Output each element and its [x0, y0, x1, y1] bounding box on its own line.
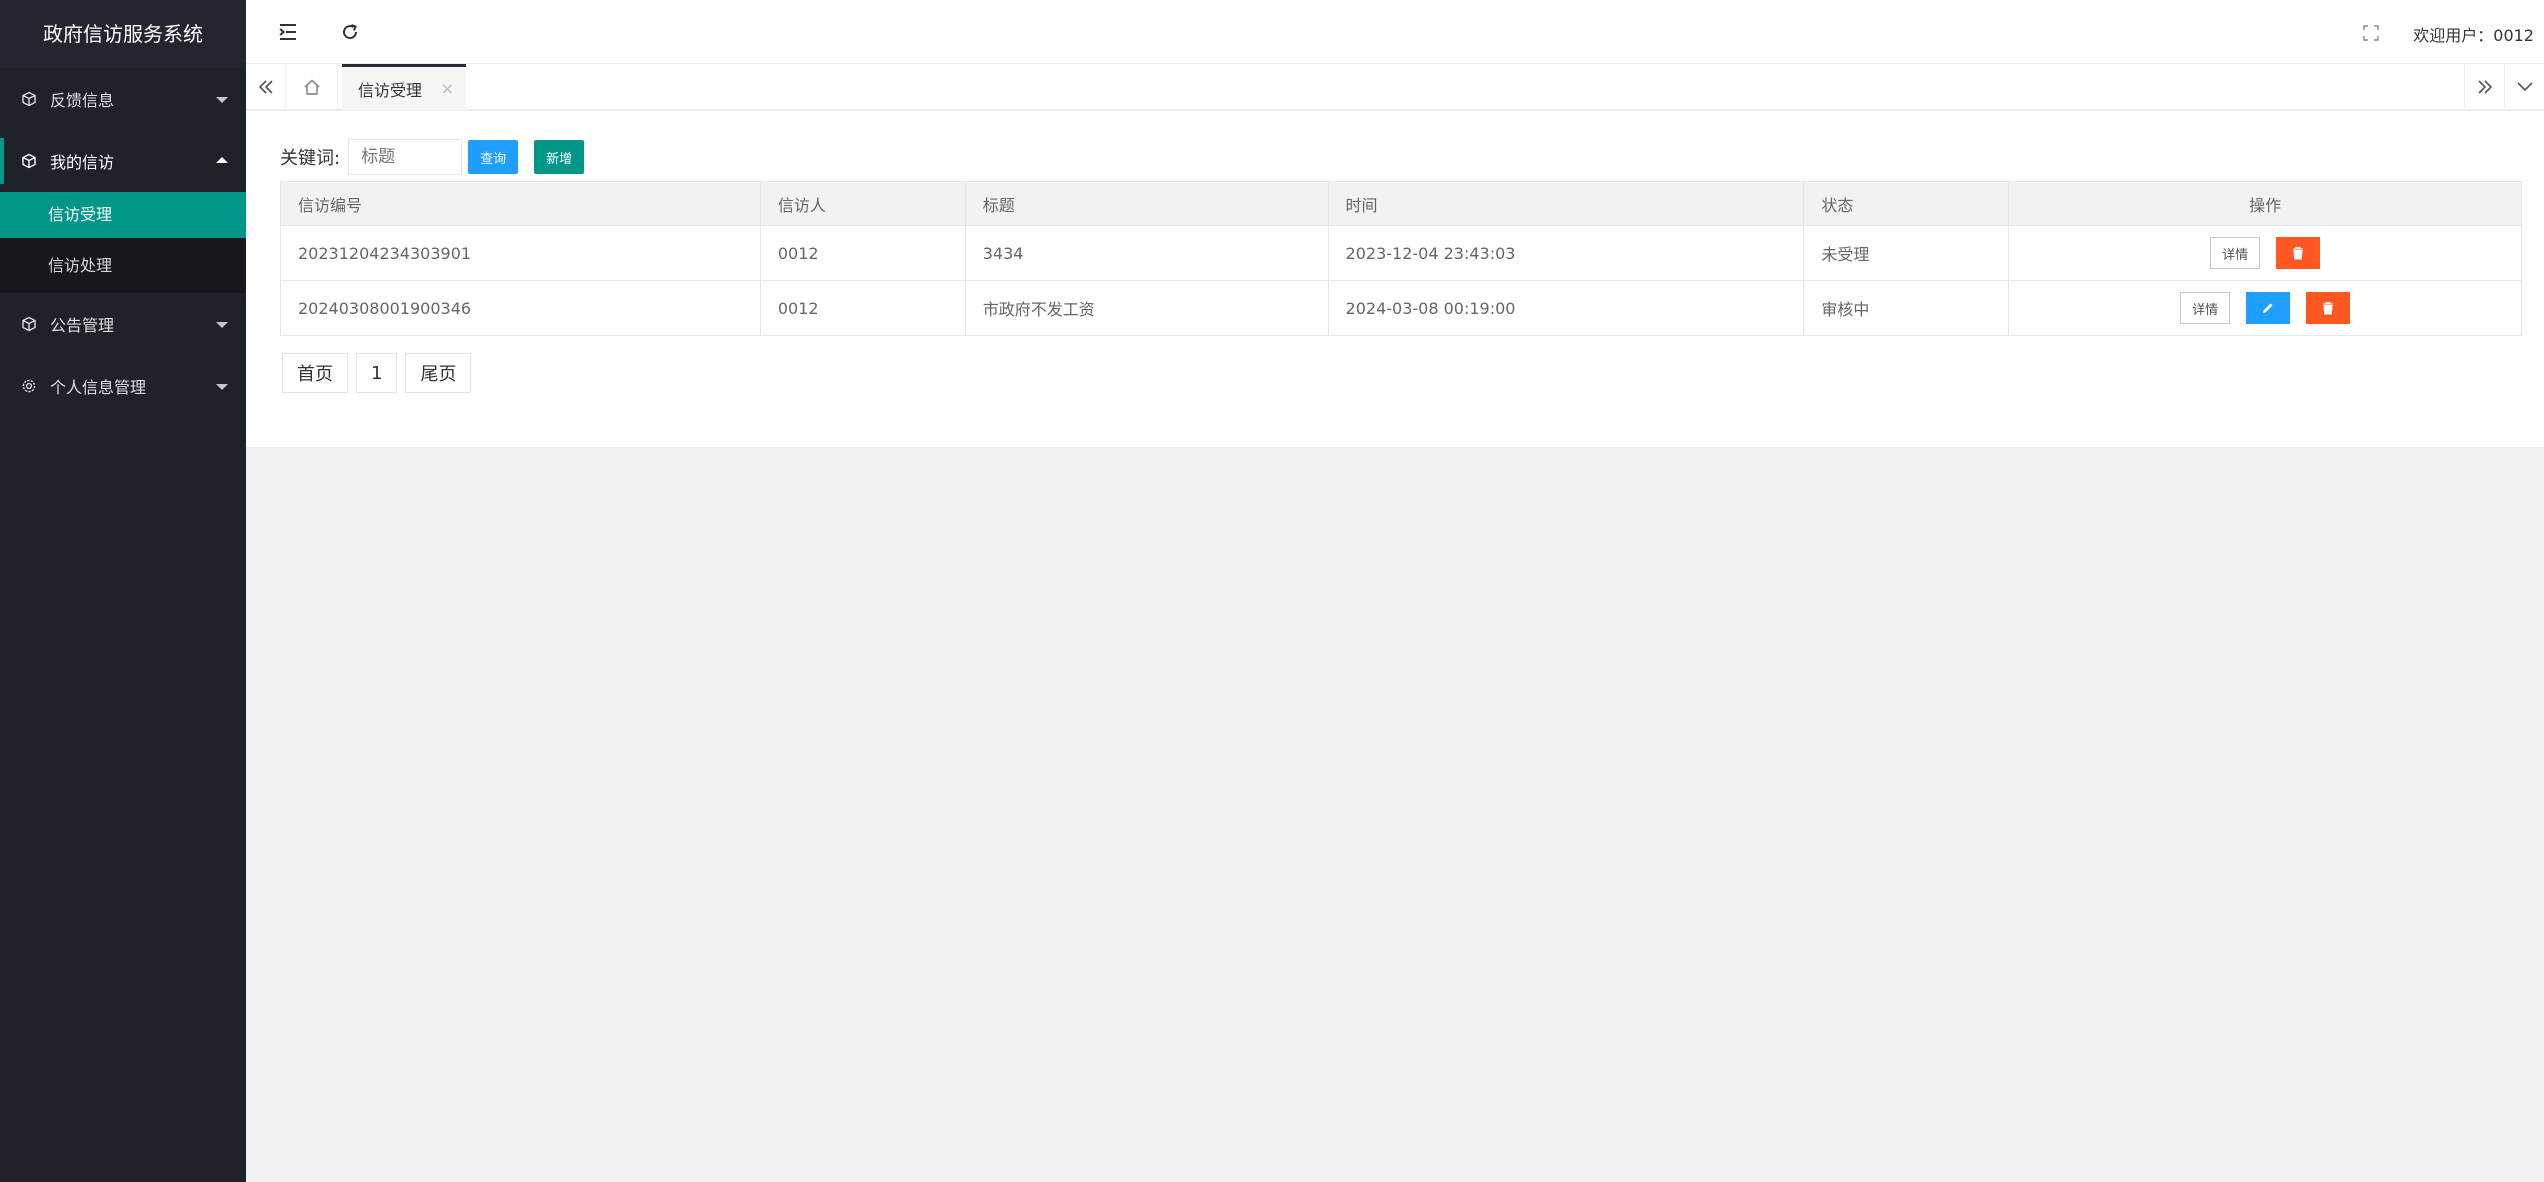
pagination: 首页 1 尾页: [282, 353, 479, 393]
cell-time: 2024-03-08 00:19:00: [1327, 280, 1805, 336]
table-row: 20240308001900346 0012 市政府不发工资 2024-03-0…: [280, 280, 2522, 336]
search-button[interactable]: 查询: [468, 140, 519, 174]
tab-petition-accept[interactable]: 信访受理 ×: [342, 64, 466, 110]
chevron-down-icon: [216, 97, 228, 103]
last-page-button[interactable]: 尾页: [405, 353, 472, 393]
table-header-row: 信访编号 信访人 标题 时间 状态 操作: [280, 181, 2522, 226]
tabs-scroll-left-icon[interactable]: [246, 64, 286, 110]
sidebar-subitem-accept[interactable]: 信访受理: [0, 192, 246, 238]
keyword-label: 关键词:: [280, 148, 341, 169]
welcome-user: 欢迎用户：0012: [2413, 26, 2534, 45]
petition-table: 信访编号 信访人 标题 时间 状态 操作 20231204234303901 0…: [280, 181, 2522, 336]
column-header-actions: 操作: [2008, 181, 2522, 226]
add-button[interactable]: 新增: [534, 140, 585, 174]
cell-id: 20240308001900346: [280, 280, 761, 336]
home-icon[interactable]: [286, 64, 338, 110]
fullscreen-icon[interactable]: [2362, 24, 2380, 42]
column-header-title: 标题: [964, 181, 1329, 226]
column-header-status: 状态: [1803, 181, 2010, 226]
cell-status: 审核中: [1803, 280, 2010, 336]
cell-person: 0012: [759, 225, 966, 281]
sidebar-item-my-petitions[interactable]: 我的信访: [0, 130, 246, 192]
sidebar-subitem-process[interactable]: 信访处理: [0, 238, 246, 293]
menu-toggle-icon[interactable]: [276, 20, 300, 44]
page-number-button[interactable]: 1: [356, 353, 398, 393]
sidebar-item-personal-info[interactable]: 个人信息管理: [0, 355, 246, 417]
cube-icon: [20, 152, 38, 170]
cube-icon: [20, 315, 38, 333]
search-toolbar: 关键词: 查询 新增: [280, 139, 585, 175]
cell-actions: 详情: [2008, 225, 2522, 281]
close-icon[interactable]: ×: [441, 79, 454, 98]
sidebar-item-label: 公告管理: [50, 316, 115, 335]
trash-icon: [2293, 247, 2304, 260]
cell-status: 未受理: [1803, 225, 2010, 281]
cell-person: 0012: [759, 280, 966, 336]
app-title: 政府信访服务系统: [0, 0, 246, 68]
detail-button[interactable]: 详情: [2210, 237, 2261, 269]
chevron-down-icon: [216, 322, 228, 328]
sidebar: 政府信访服务系统 反馈信息 我的信访 信访受理 信访处理 公告管理 个人信息管理: [0, 0, 246, 1182]
tabs-scroll-right-icon[interactable]: [2464, 64, 2504, 110]
sidebar-item-feedback[interactable]: 反馈信息: [0, 68, 246, 130]
column-header-id: 信访编号: [280, 181, 761, 226]
cell-actions: 详情: [2008, 280, 2522, 336]
sidebar-item-label: 个人信息管理: [50, 378, 147, 397]
cube-icon: [20, 90, 38, 108]
cell-title: 市政府不发工资: [964, 280, 1329, 336]
column-header-time: 时间: [1327, 181, 1805, 226]
chevron-down-icon: [216, 384, 228, 390]
tab-label: 信访受理: [358, 80, 423, 100]
gear-icon: [20, 377, 38, 395]
sidebar-item-label: 反馈信息: [50, 91, 115, 110]
delete-button[interactable]: [2276, 237, 2321, 269]
chevron-up-icon: [216, 157, 228, 163]
delete-button[interactable]: [2306, 292, 2351, 324]
tabs-bar: 信访受理 ×: [246, 64, 2544, 110]
main-content: 关键词: 查询 新增 信访编号 信访人 标题 时间 状态 操作 20231204…: [246, 111, 2544, 447]
trash-icon: [2323, 302, 2334, 315]
cell-id: 20231204234303901: [280, 225, 761, 281]
sidebar-item-label: 我的信访: [50, 153, 115, 172]
cell-time: 2023-12-04 23:43:03: [1327, 225, 1805, 281]
tabs-dropdown-icon[interactable]: [2504, 64, 2544, 110]
pencil-icon: [2263, 303, 2273, 313]
detail-button[interactable]: 详情: [2180, 292, 2231, 324]
top-header: 欢迎用户：0012: [246, 0, 2544, 64]
table-row: 20231204234303901 0012 3434 2023-12-04 2…: [280, 225, 2522, 281]
first-page-button[interactable]: 首页: [282, 353, 348, 393]
sidebar-item-announcements[interactable]: 公告管理: [0, 293, 246, 355]
refresh-icon[interactable]: [338, 20, 362, 44]
sub-nav: 信访受理 信访处理: [0, 192, 246, 293]
search-input[interactable]: [348, 139, 463, 175]
edit-button[interactable]: [2246, 292, 2291, 324]
cell-title: 3434: [964, 225, 1329, 281]
column-header-person: 信访人: [759, 181, 966, 226]
